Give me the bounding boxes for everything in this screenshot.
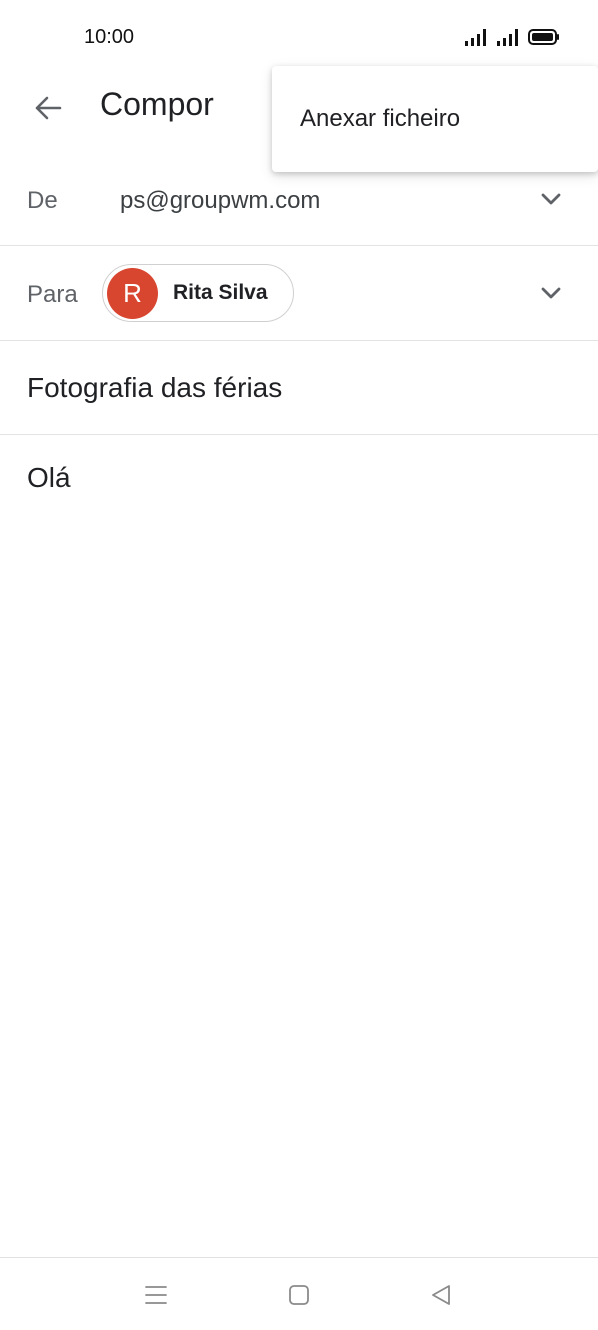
- menu-icon[interactable]: [141, 1280, 171, 1310]
- divider: [0, 340, 598, 341]
- battery-icon: [528, 29, 559, 45]
- recipient-chip[interactable]: R Rita Silva: [102, 264, 294, 322]
- back-button[interactable]: [26, 86, 70, 130]
- chevron-down-icon[interactable]: [538, 280, 564, 306]
- status-time: 10:00: [84, 26, 135, 48]
- page-title: Compor: [100, 86, 214, 122]
- overflow-menu: Anexar ficheiro: [272, 66, 598, 172]
- status-bar: 10:00: [0, 0, 598, 72]
- from-label: De: [27, 187, 58, 214]
- subject-field[interactable]: Fotografia das férias: [27, 372, 282, 404]
- avatar: R: [107, 268, 158, 319]
- signal-icon: [465, 29, 486, 46]
- menu-item-attach-file[interactable]: Anexar ficheiro: [272, 66, 598, 172]
- arrow-left-icon: [35, 96, 62, 120]
- divider: [0, 434, 598, 435]
- recipient-name: Rita Silva: [173, 281, 268, 304]
- divider: [0, 245, 598, 246]
- body-field[interactable]: Olá: [27, 462, 71, 494]
- back-triangle-icon[interactable]: [426, 1280, 456, 1310]
- navigation-bar: [0, 1257, 598, 1330]
- to-label: Para: [27, 281, 78, 308]
- chevron-down-icon[interactable]: [538, 186, 564, 212]
- from-field[interactable]: ps@groupwm.com: [120, 187, 320, 215]
- home-icon[interactable]: [284, 1280, 314, 1310]
- signal-icon: [497, 29, 518, 46]
